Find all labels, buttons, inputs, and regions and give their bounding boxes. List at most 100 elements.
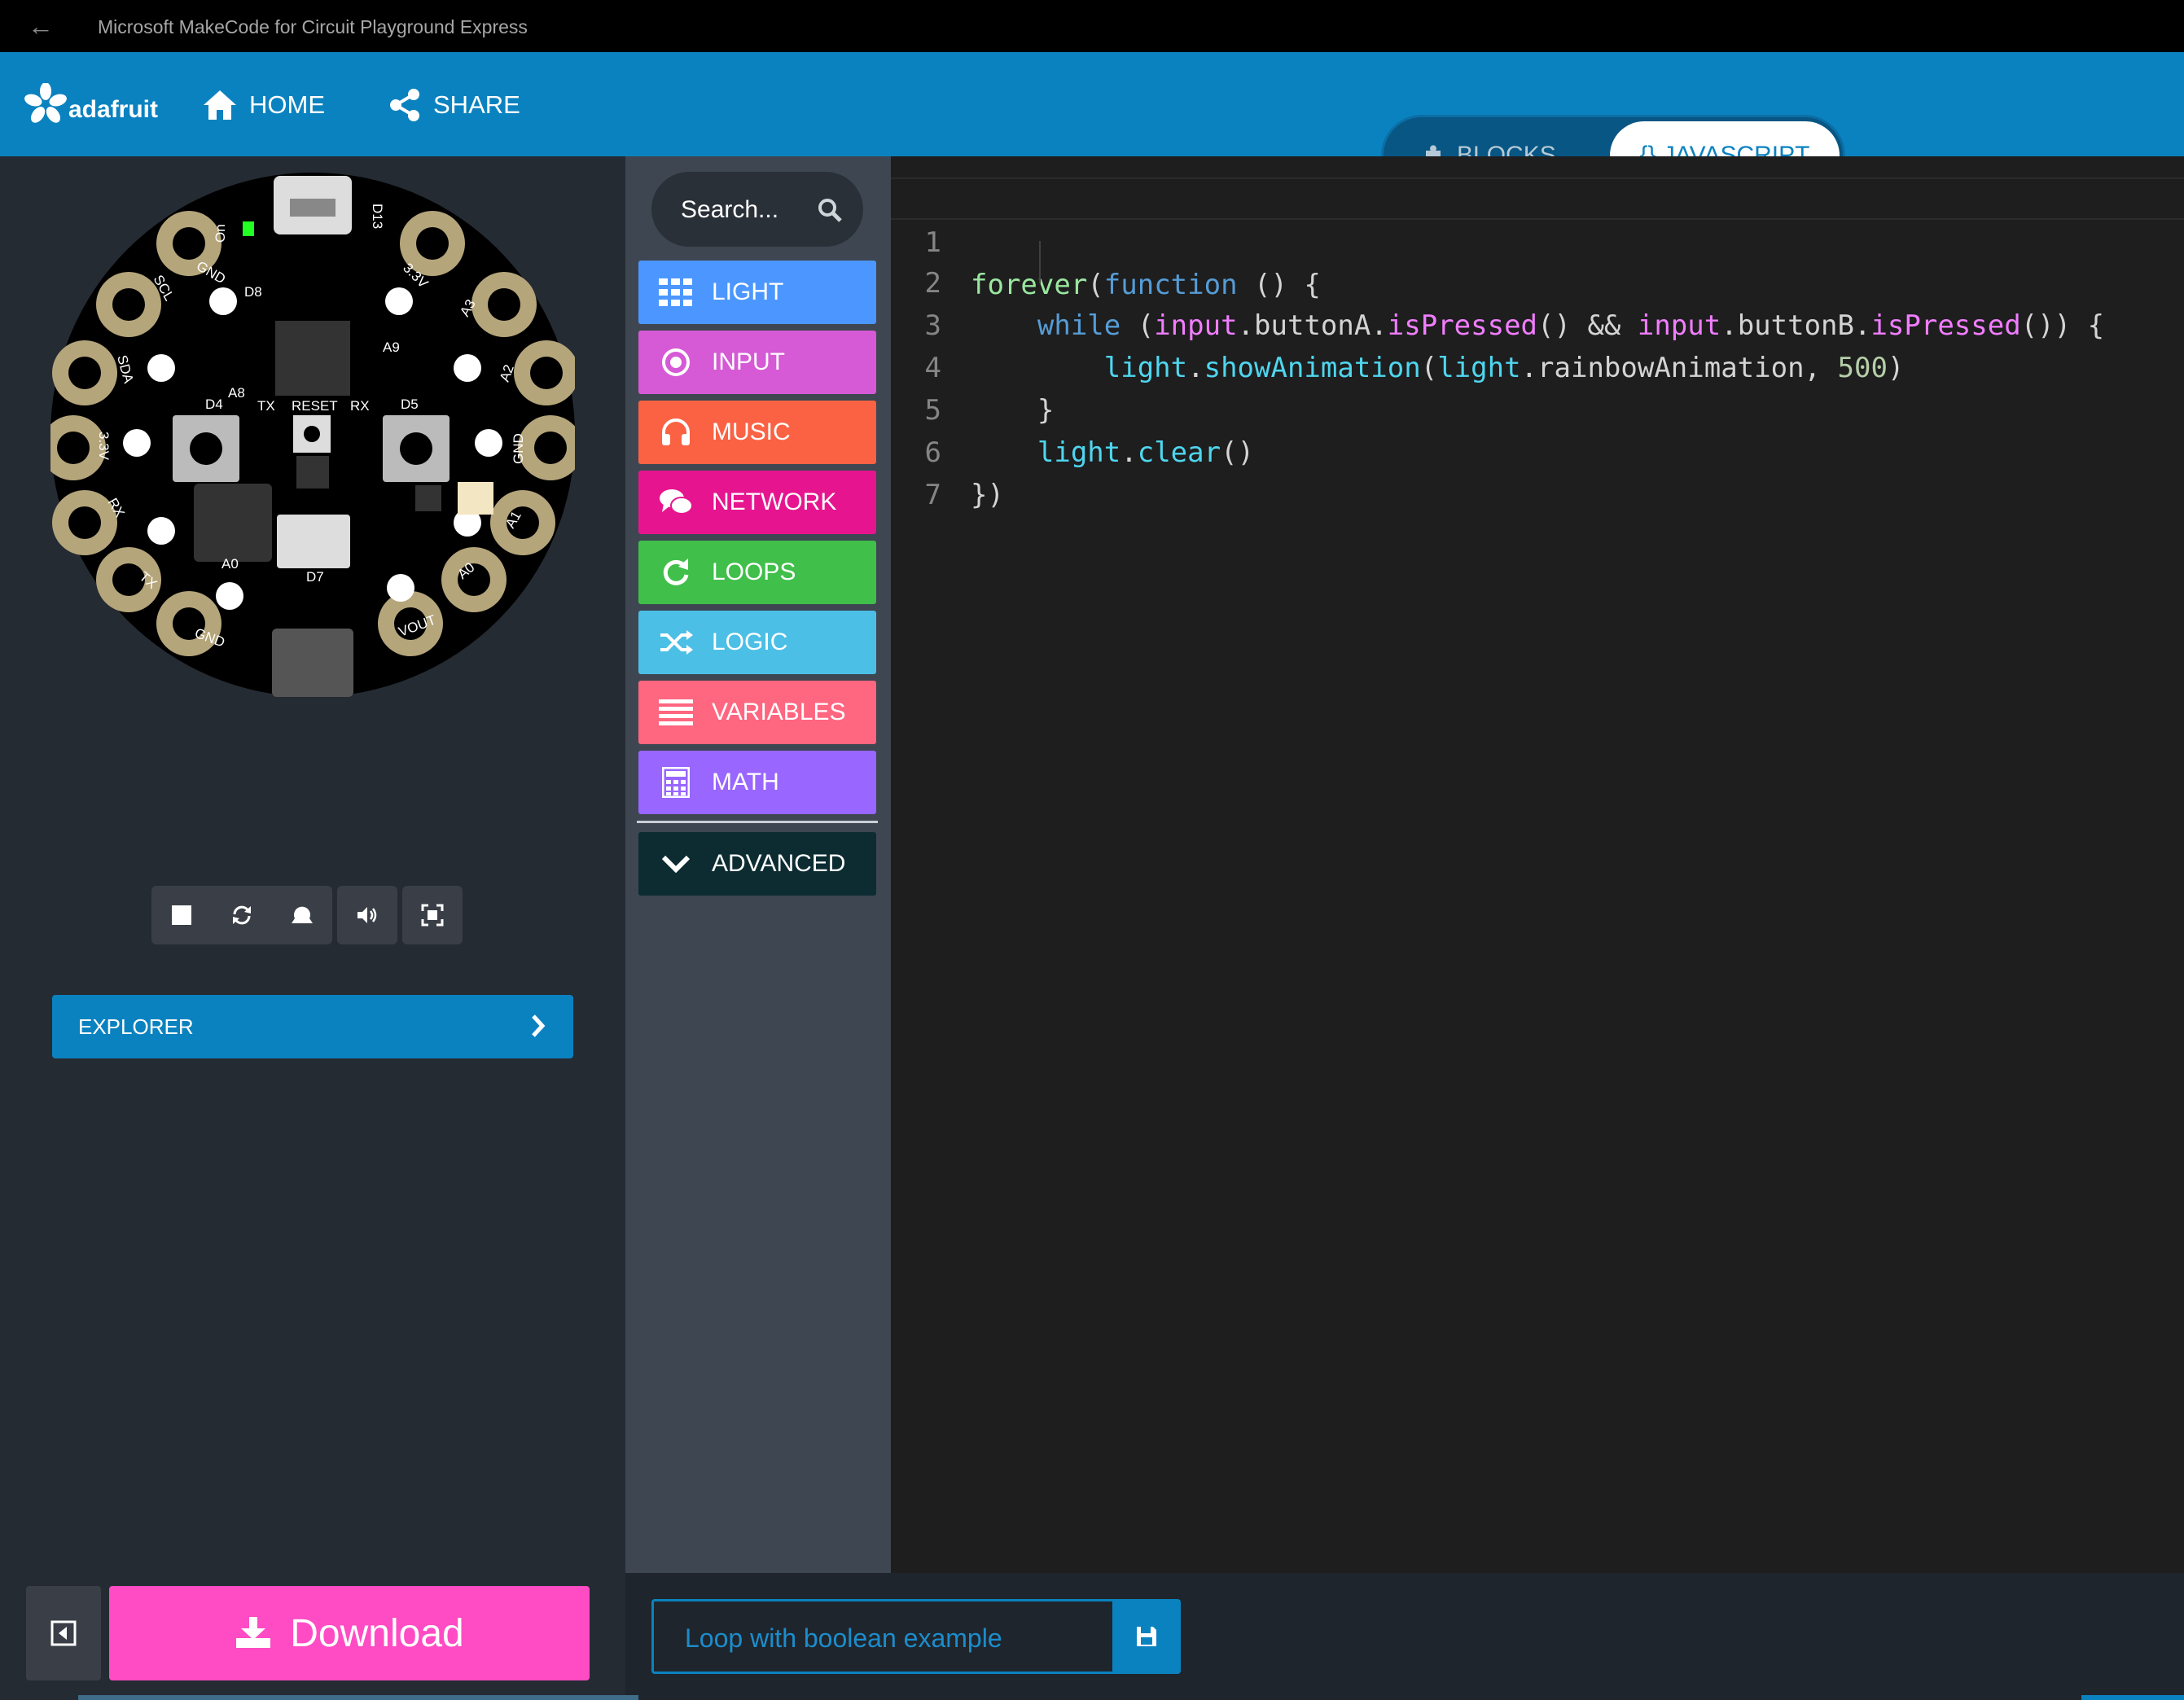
circuit-playground-board[interactable]: On D13 GND 3.3V D8 SCL A3 A9 SDA A8 A2 D… xyxy=(50,173,575,697)
share-icon xyxy=(390,89,419,121)
download-label: Download xyxy=(290,1611,464,1655)
label-d13: D13 xyxy=(370,204,385,229)
category-input[interactable]: INPUT xyxy=(638,331,876,394)
category-variables[interactable]: VARIABLES xyxy=(638,681,876,744)
fullscreen-button[interactable] xyxy=(402,886,463,944)
back-arrow-icon[interactable]: ← xyxy=(28,11,54,42)
collapse-simulator-button[interactable] xyxy=(26,1586,101,1680)
category-label: MATH xyxy=(712,769,779,795)
home-button[interactable]: HOME xyxy=(202,85,325,125)
slide-switch[interactable] xyxy=(277,515,350,568)
floppy-disk-icon xyxy=(1137,1627,1156,1646)
restart-icon xyxy=(233,905,251,925)
fullscreen-group xyxy=(402,886,463,944)
slow-mo-button[interactable] xyxy=(272,886,332,944)
toolbox: Search... LIGHT INPUT MUSIC NETWORK LOOP… xyxy=(625,156,891,1573)
snail-icon xyxy=(292,906,313,923)
label-d7: D7 xyxy=(306,569,324,585)
stop-button[interactable] xyxy=(151,886,212,944)
category-light[interactable]: LIGHT xyxy=(638,261,876,324)
sim-control-group xyxy=(151,886,332,944)
category-label: NETWORK xyxy=(712,489,837,515)
bottom-bar: Download xyxy=(0,1573,2184,1700)
code-line[interactable]: 3 light.showAnimation(light.rainbowAnima… xyxy=(891,262,2184,384)
category-network[interactable]: NETWORK xyxy=(638,471,876,534)
mute-button[interactable] xyxy=(337,886,397,944)
code-line[interactable]: 4 } xyxy=(891,305,2184,427)
download-icon xyxy=(236,1617,271,1648)
code-line[interactable]: 6 }) xyxy=(891,389,2184,511)
category-label: VARIABLES xyxy=(712,699,846,725)
speaker-icon xyxy=(357,907,377,923)
mute-group xyxy=(337,886,397,944)
category-math[interactable]: MATH xyxy=(638,751,876,814)
search-placeholder: Search... xyxy=(681,196,779,223)
label-d4: D4 xyxy=(205,397,223,412)
indent-guide xyxy=(1039,241,1041,283)
label-a0-l: A0 xyxy=(221,556,239,572)
window-title: Microsoft MakeCode for Circuit Playgroun… xyxy=(98,16,528,37)
category-label: LOOPS xyxy=(712,559,796,585)
speaker xyxy=(194,484,272,562)
code-line[interactable]: 2 while (input.buttonA.isPressed() && in… xyxy=(891,220,2184,342)
explorer-toggle[interactable]: EXPLORER xyxy=(52,995,573,1058)
simulator-panel: On D13 GND 3.3V D8 SCL A3 A9 SDA A8 A2 D… xyxy=(0,156,625,1573)
label-3v3-l: 3.3V xyxy=(96,432,112,461)
adafruit-logo-text: adafruit xyxy=(68,96,159,123)
category-label: INPUT xyxy=(712,348,785,375)
label-d8: D8 xyxy=(244,284,262,300)
category-advanced[interactable]: ADVANCED xyxy=(638,832,876,896)
code-editor[interactable]: 1 forever(function () { 2 while (input.b… xyxy=(891,156,2184,1573)
share-button[interactable]: SHARE xyxy=(388,85,520,125)
power-led xyxy=(243,221,254,236)
top-menu-bar: adafruit HOME SHARE BLOCKS {} JAVASCRIPT xyxy=(0,52,2184,196)
adafruit-flower-icon xyxy=(24,83,67,123)
download-button[interactable]: Download xyxy=(109,1586,590,1680)
stop-icon xyxy=(172,905,191,925)
restart-button[interactable] xyxy=(212,886,272,944)
chevron-down-icon xyxy=(658,846,694,882)
category-music[interactable]: MUSIC xyxy=(638,401,876,464)
code-line[interactable]: 7 xyxy=(891,432,2184,511)
fullscreen-icon xyxy=(421,904,444,927)
simulator-controls xyxy=(151,886,463,944)
project-name-field[interactable] xyxy=(651,1599,1116,1674)
horizontal-scrollbar[interactable] xyxy=(78,1695,638,1700)
label-d5: D5 xyxy=(401,397,419,412)
label-tx: TX xyxy=(257,398,275,414)
grid-icon xyxy=(658,274,694,310)
category-logic[interactable]: LOGIC xyxy=(638,611,876,674)
target-icon xyxy=(658,344,694,380)
label-gnd-r: GND xyxy=(511,433,526,464)
chevron-right-icon xyxy=(532,1014,546,1037)
chat-icon xyxy=(658,484,694,520)
label-reset: RESET xyxy=(292,398,338,414)
code-line[interactable]: 1 forever(function () { xyxy=(891,177,2184,301)
toolbox-search[interactable]: Search... xyxy=(651,172,863,247)
code-line[interactable]: 5 light.clear() xyxy=(891,347,2184,469)
category-loops[interactable]: LOOPS xyxy=(638,541,876,604)
battery-connector xyxy=(272,629,353,697)
explorer-label: EXPLORER xyxy=(78,1014,194,1039)
label-a9: A9 xyxy=(383,340,400,355)
collapse-icon xyxy=(50,1620,77,1646)
home-label: HOME xyxy=(249,90,325,119)
search-icon xyxy=(818,199,842,222)
shuffle-icon xyxy=(658,624,694,660)
calculator-icon xyxy=(658,765,694,800)
line-number: 7 xyxy=(924,479,941,511)
label-a8: A8 xyxy=(228,385,245,401)
refresh-icon xyxy=(658,554,694,590)
advanced-separator xyxy=(637,821,878,823)
list-icon xyxy=(658,694,694,730)
home-icon xyxy=(204,90,236,120)
label-rx: RX xyxy=(350,398,370,414)
adafruit-logo[interactable]: adafruit xyxy=(24,81,158,127)
microcontroller-chip xyxy=(275,321,350,396)
category-label: LIGHT xyxy=(712,278,784,305)
project-name-input[interactable] xyxy=(683,1623,1094,1654)
category-label: MUSIC xyxy=(712,418,791,445)
headphones-icon xyxy=(658,414,694,450)
save-button[interactable] xyxy=(1112,1599,1181,1674)
editor-scrollbar[interactable] xyxy=(2081,1695,2184,1700)
